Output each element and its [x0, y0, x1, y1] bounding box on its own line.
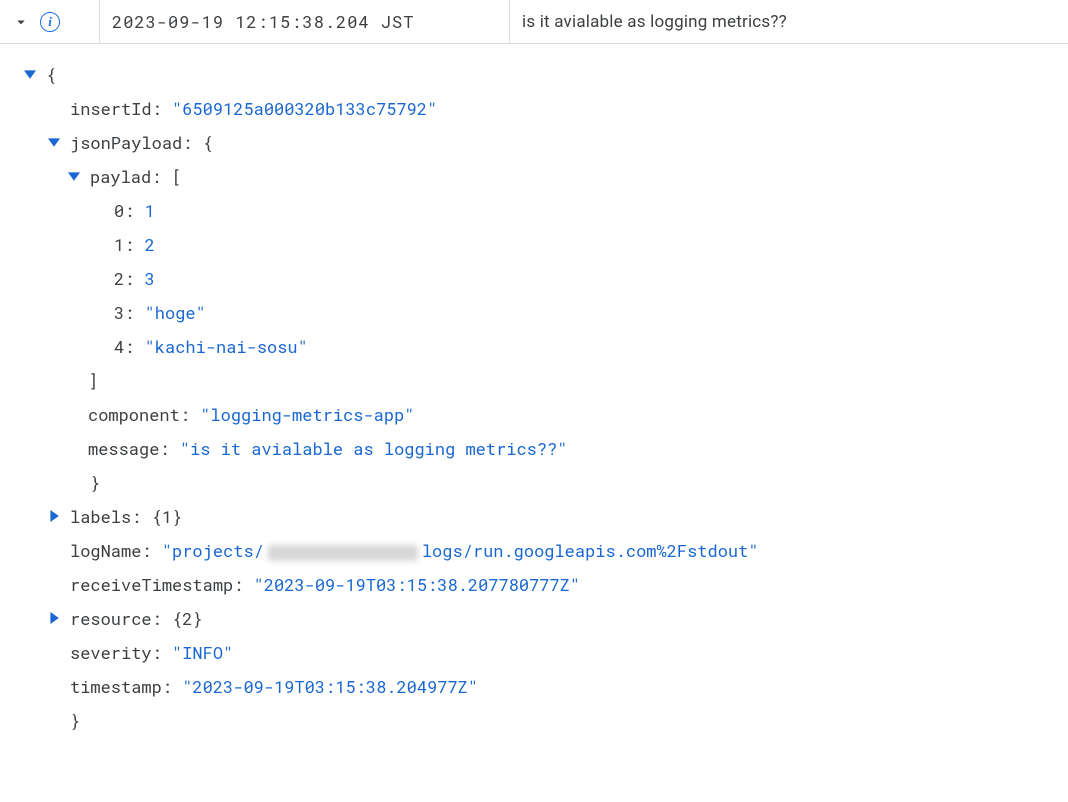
key: 3 — [114, 301, 124, 324]
timestamp-text: 2023-09-19 12:15:38.204 JST — [112, 10, 414, 33]
key: insertId — [70, 97, 152, 120]
log-entry-header[interactable]: i 2023-09-19 12:15:38.204 JST is it avia… — [0, 0, 1068, 44]
brace-close: } — [70, 704, 80, 738]
array-item-3[interactable]: 3: "hoge" — [24, 296, 1048, 330]
expand-toggle-icon[interactable] — [12, 13, 30, 31]
field-severity[interactable]: severity: "INFO" — [24, 636, 1048, 670]
value: 1 — [145, 199, 155, 222]
value: "2023-09-19T03:15:38.204977Z" — [182, 675, 478, 698]
field-component[interactable]: component: "logging-metrics-app" — [24, 398, 1048, 432]
key: message — [88, 437, 159, 460]
key: labels — [70, 505, 131, 528]
key: 2 — [114, 267, 124, 290]
summary: {2} — [172, 607, 203, 630]
key: timestamp — [70, 675, 162, 698]
value: "2023-09-19T03:15:38.207780777Z" — [254, 573, 580, 596]
value-suffix: logs/run.googleapis.com%2Fstdout" — [422, 539, 759, 562]
key: component — [88, 403, 180, 426]
field-jsonPayload[interactable]: jsonPayload: { — [24, 126, 1048, 160]
log-json-body: { insertId: "6509125a000320b133c75792" j… — [0, 44, 1068, 758]
caret-right-icon[interactable] — [48, 612, 60, 624]
array-item-0[interactable]: 0: 1 — [24, 194, 1048, 228]
caret-down-icon[interactable] — [68, 170, 80, 182]
value: "kachi-nai-sosu" — [145, 335, 308, 358]
key: receiveTimestamp — [70, 573, 233, 596]
value: "hoge" — [145, 301, 206, 324]
field-message[interactable]: message: "is it avialable as logging met… — [24, 432, 1048, 466]
summary-text: is it avialable as logging metrics?? — [522, 12, 787, 32]
field-paylad[interactable]: paylad: [ — [24, 160, 1048, 194]
bracket-open: [ — [172, 165, 182, 188]
key: 4 — [114, 335, 124, 358]
json-root-open[interactable]: { — [24, 58, 1048, 92]
key: logName — [70, 539, 141, 562]
json-root-close: } — [24, 704, 1048, 738]
value: 3 — [145, 267, 155, 290]
field-logName[interactable]: logName: "projects/logs/run.googleapis.c… — [24, 534, 1048, 568]
info-icon[interactable]: i — [40, 12, 60, 32]
key: 1 — [114, 233, 124, 256]
key: severity — [70, 641, 152, 664]
array-item-4[interactable]: 4: "kachi-nai-sosu" — [24, 330, 1048, 364]
redacted-text — [268, 545, 418, 561]
value: "6509125a000320b133c75792" — [172, 97, 437, 120]
array-item-2[interactable]: 2: 3 — [24, 262, 1048, 296]
value: "is it avialable as logging metrics??" — [180, 437, 568, 460]
value-prefix: "projects/ — [162, 539, 264, 562]
field-labels[interactable]: labels: {1} — [24, 500, 1048, 534]
brace-open: { — [203, 131, 213, 154]
field-resource[interactable]: resource: {2} — [24, 602, 1048, 636]
brace-open: { — [46, 58, 56, 92]
field-receiveTimestamp[interactable]: receiveTimestamp: "2023-09-19T03:15:38.2… — [24, 568, 1048, 602]
summary: {1} — [152, 505, 183, 528]
caret-right-icon[interactable] — [48, 510, 60, 522]
value: "INFO" — [172, 641, 233, 664]
brace-close: } — [90, 466, 100, 500]
summary-cell: is it avialable as logging metrics?? — [510, 0, 1068, 43]
value: "logging-metrics-app" — [200, 403, 414, 426]
field-timestamp[interactable]: timestamp: "2023-09-19T03:15:38.204977Z" — [24, 670, 1048, 704]
value: 2 — [145, 233, 155, 256]
key: resource — [70, 607, 152, 630]
bracket-close: ] — [88, 364, 98, 398]
key: 0 — [114, 199, 124, 222]
caret-down-icon[interactable] — [24, 68, 36, 80]
brace-close-line: } — [24, 466, 1048, 500]
bracket-close-line: ] — [24, 364, 1048, 398]
header-controls: i — [0, 0, 100, 43]
key: jsonPayload — [70, 131, 182, 154]
key: paylad — [90, 165, 151, 188]
array-item-1[interactable]: 1: 2 — [24, 228, 1048, 262]
field-insertId[interactable]: insertId: "6509125a000320b133c75792" — [24, 92, 1048, 126]
timestamp-cell: 2023-09-19 12:15:38.204 JST — [100, 0, 510, 43]
caret-down-icon[interactable] — [48, 136, 60, 148]
